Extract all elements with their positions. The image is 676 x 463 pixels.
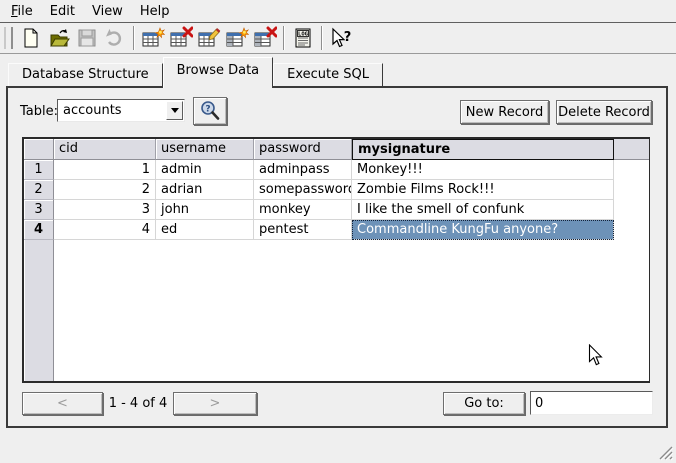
find-button[interactable]: ? xyxy=(193,97,227,125)
previous-page-button[interactable]: < xyxy=(22,392,103,415)
grid-empty-cells xyxy=(54,240,649,381)
row-header[interactable]: 3 xyxy=(24,200,54,220)
delete-table-icon xyxy=(169,26,193,50)
table-label: Table: xyxy=(20,104,58,119)
whats-this-icon: ? xyxy=(329,27,353,49)
cell-cid[interactable]: 2 xyxy=(54,180,156,200)
open-database-button[interactable] xyxy=(45,25,73,52)
cell-mysignature[interactable]: I like the smell of confunk xyxy=(352,200,614,220)
grid-empty-area xyxy=(24,240,649,381)
tab-execute-sql[interactable]: Execute SQL xyxy=(273,63,383,86)
row-filler xyxy=(614,200,649,220)
create-index-button[interactable] xyxy=(223,25,251,52)
cell-username[interactable]: john xyxy=(156,200,254,220)
mouse-cursor xyxy=(588,344,604,368)
toolbar-separator xyxy=(321,26,323,50)
cell-username[interactable]: adrian xyxy=(156,180,254,200)
menu-help[interactable]: Help xyxy=(133,3,177,20)
tab-bar: Database Structure Browse Data Execute S… xyxy=(8,58,383,88)
menu-edit[interactable]: Edit xyxy=(43,3,82,20)
cell-mysignature[interactable]: Monkey!!! xyxy=(352,160,614,180)
whats-this-button[interactable]: ? xyxy=(327,25,355,52)
column-header-password[interactable]: password xyxy=(254,139,352,160)
new-file-icon xyxy=(20,27,42,49)
table-row[interactable]: 2 2 adrian somepassword Zombie Films Roc… xyxy=(24,180,649,200)
row-filler xyxy=(614,180,649,200)
next-page-button[interactable]: > xyxy=(173,392,257,415)
table-select-arrow-button[interactable] xyxy=(166,101,183,120)
grid-header-row: cid username password mysignature xyxy=(24,139,649,160)
open-log-button[interactable]: LOG xyxy=(289,25,317,52)
cell-username[interactable]: admin xyxy=(156,160,254,180)
column-header-filler xyxy=(614,139,649,160)
table-select-value: accounts xyxy=(63,102,122,120)
cell-mysignature[interactable]: Zombie Films Rock!!! xyxy=(352,180,614,200)
open-folder-icon xyxy=(48,27,70,49)
delete-table-button[interactable] xyxy=(167,25,195,52)
revert-changes-button[interactable] xyxy=(101,25,129,52)
cell-password[interactable]: somepassword xyxy=(254,180,352,200)
resize-grip[interactable] xyxy=(656,443,674,461)
menubar: File Edit View Help xyxy=(0,0,676,23)
new-database-button[interactable] xyxy=(17,25,45,52)
row-header[interactable]: 1 xyxy=(24,160,54,180)
delete-index-button[interactable] xyxy=(251,25,279,52)
log-icon: LOG xyxy=(292,27,314,49)
grid-corner xyxy=(24,139,54,160)
goto-button[interactable]: Go to: xyxy=(443,392,525,415)
table-select[interactable]: accounts xyxy=(57,99,185,122)
delete-record-button[interactable]: Delete Record xyxy=(556,100,652,124)
create-table-button[interactable] xyxy=(139,25,167,52)
table-row[interactable]: 1 1 admin adminpass Monkey!!! xyxy=(24,160,649,180)
row-filler xyxy=(614,220,649,240)
menu-file[interactable]: File xyxy=(4,3,40,20)
cell-cid[interactable]: 1 xyxy=(54,160,156,180)
record-range-label: 1 - 4 of 4 xyxy=(103,392,173,415)
create-table-icon xyxy=(141,26,165,50)
row-header-strip xyxy=(24,240,54,381)
toolbar: LOG ? xyxy=(0,23,676,54)
tab-database-structure[interactable]: Database Structure xyxy=(8,63,163,86)
data-grid: cid username password mysignature 1 1 ad… xyxy=(22,137,650,383)
cell-mysignature-selected[interactable]: Commandline KungFu anyone? xyxy=(352,220,614,240)
svg-text:?: ? xyxy=(205,105,210,115)
tab-browse-data[interactable]: Browse Data xyxy=(163,57,274,88)
menu-view[interactable]: View xyxy=(85,3,130,20)
goto-record-input[interactable] xyxy=(530,391,653,415)
magnifier-icon: ? xyxy=(198,100,222,122)
undo-icon-disabled xyxy=(104,27,126,49)
cell-cid[interactable]: 4 xyxy=(54,220,156,240)
cell-password[interactable]: adminpass xyxy=(254,160,352,180)
new-record-button[interactable]: New Record xyxy=(460,100,549,124)
cell-password[interactable]: pentest xyxy=(254,220,352,240)
table-row[interactable]: 3 3 john monkey I like the smell of conf… xyxy=(24,200,649,220)
modify-table-button[interactable] xyxy=(195,25,223,52)
row-filler xyxy=(614,160,649,180)
row-header-current[interactable]: 4 xyxy=(24,220,54,240)
column-header-mysignature[interactable]: mysignature xyxy=(352,139,614,160)
save-icon-disabled xyxy=(76,27,98,49)
cell-username[interactable]: ed xyxy=(156,220,254,240)
modify-table-icon xyxy=(197,26,221,50)
column-header-username[interactable]: username xyxy=(156,139,254,160)
row-header[interactable]: 2 xyxy=(24,180,54,200)
column-header-cid[interactable]: cid xyxy=(54,139,156,160)
toolbar-separator xyxy=(133,26,135,50)
create-index-icon xyxy=(225,26,249,50)
toolbar-drag-handle[interactable] xyxy=(4,27,13,49)
cell-cid[interactable]: 3 xyxy=(54,200,156,220)
cell-password[interactable]: monkey xyxy=(254,200,352,220)
svg-text:?: ? xyxy=(344,30,352,45)
chevron-down-icon xyxy=(171,108,179,113)
delete-index-icon xyxy=(253,26,277,50)
table-row-selected[interactable]: 4 4 ed pentest Commandline KungFu anyone… xyxy=(24,220,649,240)
write-changes-button[interactable] xyxy=(73,25,101,52)
toolbar-separator xyxy=(283,26,285,50)
